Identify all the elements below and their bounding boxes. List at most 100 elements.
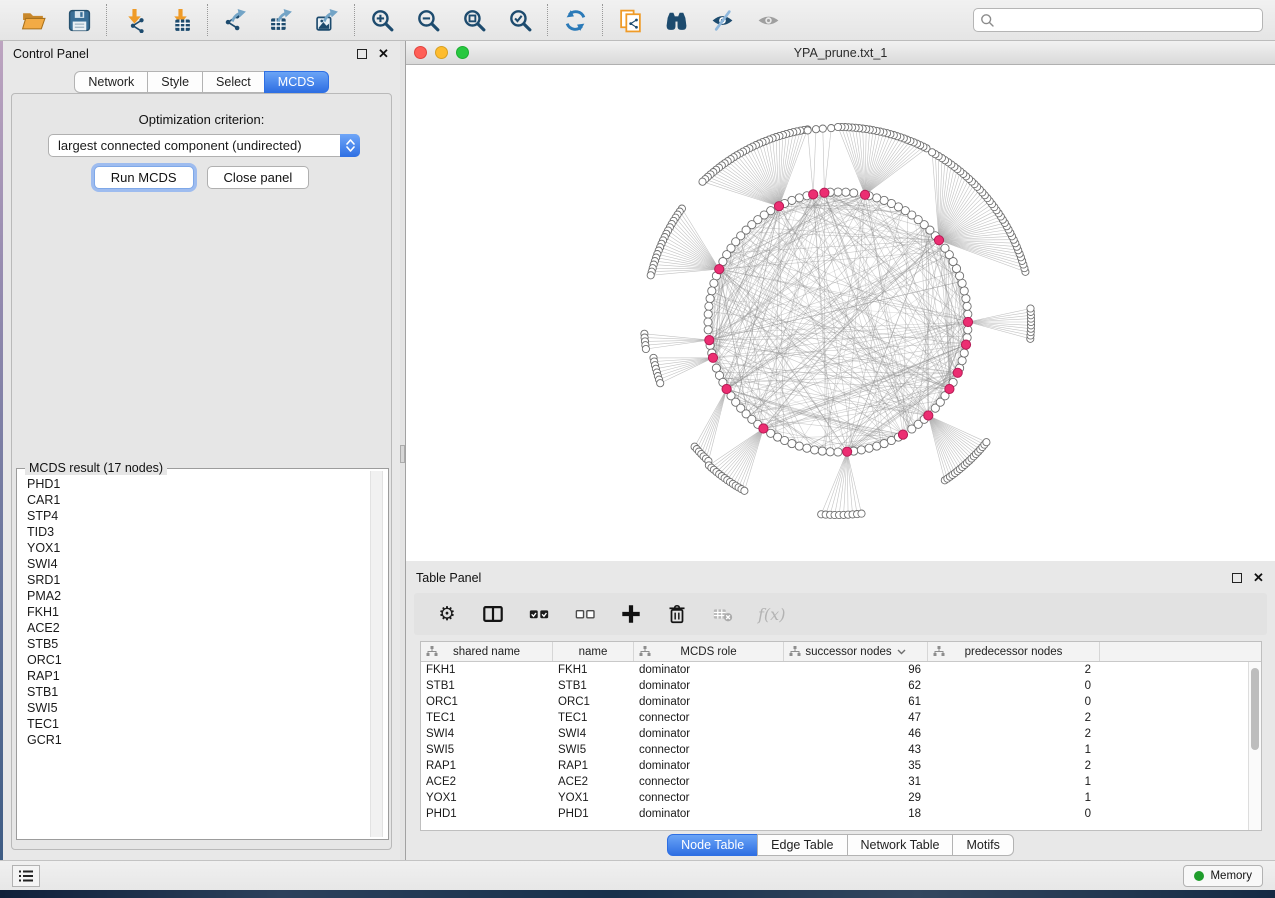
result-node-item[interactable]: CAR1 <box>27 492 364 508</box>
cell-shared_name: YOX1 <box>421 792 553 804</box>
main-toolbar <box>0 0 1275 41</box>
close-table-panel-icon[interactable]: ✕ <box>1252 572 1265 585</box>
table-row[interactable]: RAP1RAP1dominator352 <box>421 758 1261 774</box>
table-scrollbar[interactable] <box>1248 662 1261 830</box>
table-row[interactable]: YOX1YOX1connector291 <box>421 790 1261 806</box>
table-row[interactable]: SWI4SWI4dominator462 <box>421 726 1261 742</box>
table-tab-motifs[interactable]: Motifs <box>952 834 1013 856</box>
result-node-item[interactable]: SWI4 <box>27 556 364 572</box>
close-panel-icon[interactable]: ✕ <box>377 48 390 61</box>
add-column-icon[interactable] <box>620 599 642 629</box>
column-header-predecessor-nodes[interactable]: predecessor nodes <box>928 642 1100 661</box>
float-table-panel-icon[interactable] <box>1230 572 1243 585</box>
table-row[interactable]: STB1STB1dominator620 <box>421 678 1261 694</box>
cell-successors: 31 <box>784 776 928 788</box>
result-node-item[interactable]: GCR1 <box>27 732 364 748</box>
toolbar-group <box>603 3 795 37</box>
column-header-successor-nodes[interactable]: successor nodes <box>784 642 928 661</box>
cell-successors: 62 <box>784 680 928 692</box>
tab-mcds[interactable]: MCDS <box>264 71 329 93</box>
apply-layout-icon[interactable] <box>557 3 593 37</box>
result-node-item[interactable]: STP4 <box>27 508 364 524</box>
mcds-tab-content: Optimization criterion: largest connecte… <box>11 93 392 850</box>
table-body: FKH1FKH1dominator962STB1STB1dominator620… <box>421 662 1261 822</box>
mcds-result-title: MCDS result (17 nodes) <box>25 461 167 475</box>
memory-button[interactable]: Memory <box>1183 865 1263 887</box>
run-mcds-button[interactable]: Run MCDS <box>94 166 194 189</box>
table-row[interactable]: SWI5SWI5connector431 <box>421 742 1261 758</box>
cell-shared_name: RAP1 <box>421 760 553 772</box>
import-network-icon[interactable] <box>116 3 152 37</box>
search-input[interactable] <box>999 11 1256 29</box>
result-node-item[interactable]: STB1 <box>27 684 364 700</box>
save-session-icon[interactable] <box>61 3 97 37</box>
splitter-grip[interactable] <box>400 445 405 463</box>
zoom-in-icon[interactable] <box>364 3 400 37</box>
toolbar-group <box>548 3 602 37</box>
criterion-dropdown[interactable]: largest connected component (undirected) <box>48 134 360 157</box>
table-row[interactable]: PHD1PHD1dominator180 <box>421 806 1261 822</box>
close-panel-button[interactable]: Close panel <box>207 166 310 189</box>
result-node-item[interactable]: STB5 <box>27 636 364 652</box>
export-table-icon[interactable] <box>263 3 299 37</box>
tab-network[interactable]: Network <box>74 71 148 93</box>
cell-name: ACE2 <box>553 776 634 788</box>
result-node-item[interactable]: ORC1 <box>27 652 364 668</box>
result-node-item[interactable]: YOX1 <box>27 540 364 556</box>
cell-role: dominator <box>634 728 784 740</box>
cell-name: FKH1 <box>553 664 634 676</box>
hide-selected-icon[interactable] <box>704 3 740 37</box>
cell-predecessors: 2 <box>928 664 1100 676</box>
cell-name: ORC1 <box>553 696 634 708</box>
column-header-shared-name[interactable]: shared name <box>421 642 553 661</box>
import-table-icon[interactable] <box>162 3 198 37</box>
task-history-button[interactable] <box>12 865 40 887</box>
column-header-MCDS-role[interactable]: MCDS role <box>634 642 784 661</box>
zoom-fit-icon[interactable] <box>456 3 492 37</box>
float-panel-icon[interactable] <box>355 48 368 61</box>
cell-predecessors: 1 <box>928 776 1100 788</box>
result-node-item[interactable]: SRD1 <box>27 572 364 588</box>
table-row[interactable]: FKH1FKH1dominator962 <box>421 662 1261 678</box>
table-panel-header: Table Panel ✕ <box>406 565 1275 591</box>
cell-name: TEC1 <box>553 712 634 724</box>
table-tab-edge-table[interactable]: Edge Table <box>757 834 847 856</box>
table-tab-network-table[interactable]: Network Table <box>847 834 954 856</box>
network-canvas[interactable] <box>406 65 1275 561</box>
zoom-out-icon[interactable] <box>410 3 446 37</box>
search-field[interactable] <box>973 8 1263 32</box>
table-row[interactable]: TEC1TEC1connector472 <box>421 710 1261 726</box>
tab-style[interactable]: Style <box>147 71 203 93</box>
table-row[interactable]: ACE2ACE2connector311 <box>421 774 1261 790</box>
delete-column-icon[interactable] <box>666 599 688 629</box>
table-tab-node-table[interactable]: Node Table <box>667 834 758 856</box>
binoculars-icon[interactable] <box>658 3 694 37</box>
result-node-item[interactable]: TEC1 <box>27 716 364 732</box>
export-image-icon[interactable] <box>309 3 345 37</box>
select-all-icon[interactable] <box>528 599 550 629</box>
result-scrollbar[interactable] <box>370 471 383 837</box>
column-header-name[interactable]: name <box>553 642 634 661</box>
toolbar-group <box>6 3 106 37</box>
cytoscape-app: Control Panel ✕ NetworkStyleSelectMCDS O… <box>0 0 1275 898</box>
result-node-item[interactable]: PMA2 <box>27 588 364 604</box>
tab-select[interactable]: Select <box>202 71 265 93</box>
export-network-icon[interactable] <box>217 3 253 37</box>
settings-gear-icon[interactable]: ⚙ <box>436 599 458 629</box>
table-scrollbar-thumb[interactable] <box>1251 668 1259 750</box>
criterion-selected-value: largest connected component (undirected) <box>49 138 340 153</box>
table-row[interactable]: ORC1ORC1dominator610 <box>421 694 1261 710</box>
zoom-selected-icon[interactable] <box>502 3 538 37</box>
result-node-item[interactable]: FKH1 <box>27 604 364 620</box>
result-node-item[interactable]: ACE2 <box>27 620 364 636</box>
network-graph[interactable] <box>406 65 1275 561</box>
column-visibility-icon[interactable] <box>482 599 504 629</box>
result-node-item[interactable]: SWI5 <box>27 700 364 716</box>
deselect-all-icon[interactable] <box>574 599 596 629</box>
result-node-item[interactable]: PHD1 <box>27 476 364 492</box>
result-node-item[interactable]: RAP1 <box>27 668 364 684</box>
result-node-item[interactable]: TID3 <box>27 524 364 540</box>
open-file-icon[interactable] <box>15 3 51 37</box>
mcds-result-list[interactable]: PHD1CAR1STP4TID3YOX1SWI4SRD1PMA2FKH1ACE2… <box>27 476 364 835</box>
new-network-from-selection-icon[interactable] <box>612 3 648 37</box>
